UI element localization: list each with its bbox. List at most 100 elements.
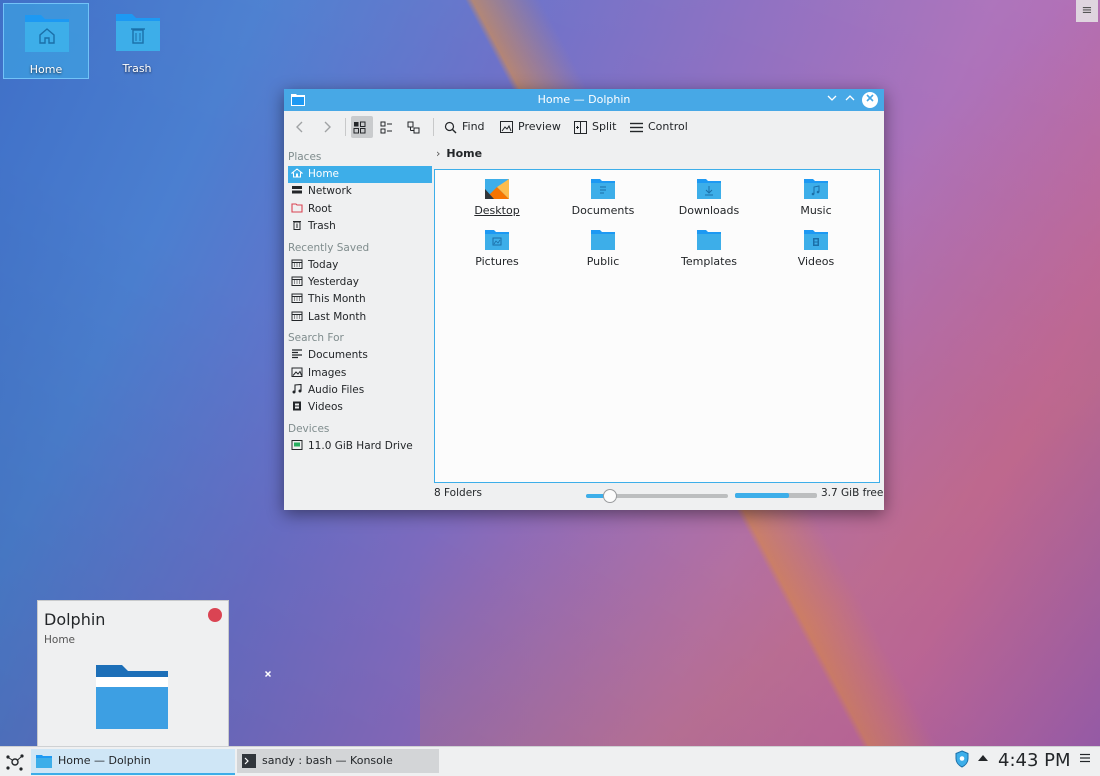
places-item-label: Today bbox=[308, 258, 339, 271]
calendar-icon bbox=[291, 311, 303, 321]
file-item-pictures[interactable]: Pictures bbox=[447, 229, 547, 268]
film-icon bbox=[293, 401, 301, 411]
preview-close-button[interactable] bbox=[208, 608, 272, 678]
places-item-root[interactable]: Root bbox=[288, 201, 432, 218]
network-icon bbox=[292, 186, 302, 194]
folder-icon bbox=[36, 755, 52, 768]
desktop-toolbox-button[interactable]: ≡ bbox=[1076, 0, 1098, 22]
places-item-this-month[interactable]: This Month bbox=[288, 291, 432, 308]
compact-view-button[interactable] bbox=[378, 116, 400, 138]
find-button[interactable]: Find bbox=[444, 116, 485, 138]
task-dolphin[interactable]: Home — Dolphin bbox=[31, 749, 235, 775]
file-item-desktop[interactable]: Desktop bbox=[447, 178, 547, 217]
terminal-icon bbox=[242, 754, 256, 768]
places-item-yesterday[interactable]: Yesterday bbox=[288, 274, 432, 291]
task-konsole[interactable]: sandy : bash — Konsole bbox=[237, 749, 439, 773]
kde-launcher-icon bbox=[6, 754, 24, 771]
find-label: Find bbox=[462, 120, 485, 133]
icons-view-button[interactable] bbox=[351, 116, 373, 138]
pictures-folder-icon bbox=[485, 230, 509, 250]
icons-view-icon bbox=[353, 121, 366, 133]
preview-button[interactable]: Preview bbox=[500, 116, 561, 138]
file-item-label: Videos bbox=[797, 255, 835, 268]
file-item-label: Desktop bbox=[474, 204, 520, 217]
task-preview-popup[interactable]: Dolphin Home bbox=[37, 600, 272, 748]
places-item-audio-files[interactable]: Audio Files bbox=[288, 382, 432, 399]
downloads-folder-icon bbox=[697, 179, 721, 199]
chevron-right-icon: › bbox=[436, 147, 441, 160]
task-label: Home — Dolphin bbox=[58, 754, 151, 767]
tray-expand-button[interactable] bbox=[977, 750, 989, 772]
desktop-folder-icon bbox=[485, 179, 509, 199]
window-titlebar[interactable]: Home — Dolphin bbox=[284, 89, 884, 111]
places-section-title: Recently Saved bbox=[288, 241, 370, 254]
documents-folder-icon bbox=[591, 179, 615, 199]
split-label: Split bbox=[592, 120, 617, 133]
public-folder-icon bbox=[591, 230, 615, 250]
places-item-label: Videos bbox=[308, 401, 343, 414]
preview-label: Preview bbox=[518, 120, 561, 133]
hamburger-menu-icon bbox=[1080, 753, 1090, 763]
places-item-label: 11.0 GiB Hard Drive bbox=[308, 439, 413, 452]
close-button[interactable] bbox=[862, 92, 878, 108]
free-space-fill bbox=[735, 493, 790, 498]
calendar-icon bbox=[291, 276, 303, 286]
task-label: sandy : bash — Konsole bbox=[262, 754, 393, 767]
places-item-today[interactable]: Today bbox=[288, 257, 432, 274]
places-item-documents[interactable]: Documents bbox=[288, 347, 432, 364]
places-item-label: Audio Files bbox=[308, 383, 365, 396]
tray-update-icon[interactable] bbox=[954, 750, 970, 772]
places-item-hard-drive[interactable]: 11.0 GiB Hard Drive bbox=[288, 438, 432, 455]
application-launcher[interactable] bbox=[4, 751, 26, 773]
toolbar-separator bbox=[345, 118, 346, 136]
file-item-videos[interactable]: Videos bbox=[766, 229, 866, 268]
maximize-button[interactable] bbox=[842, 92, 858, 108]
file-item-public[interactable]: Public bbox=[553, 229, 653, 268]
search-icon bbox=[444, 121, 457, 133]
file-item-downloads[interactable]: Downloads bbox=[659, 178, 759, 217]
hard-drive-icon bbox=[291, 439, 303, 450]
panel-options-button[interactable] bbox=[1079, 750, 1091, 772]
places-section-title: Places bbox=[288, 151, 322, 163]
hamburger-menu-icon bbox=[630, 122, 643, 132]
back-button[interactable] bbox=[291, 116, 313, 138]
places-item-videos[interactable]: Videos bbox=[288, 399, 432, 416]
close-icon bbox=[866, 94, 874, 102]
places-item-network[interactable]: Network bbox=[288, 183, 432, 200]
zoom-slider-handle[interactable] bbox=[602, 489, 617, 503]
calendar-icon bbox=[291, 293, 303, 304]
control-menu-button[interactable]: Control bbox=[630, 116, 688, 138]
breadcrumb[interactable]: › Home bbox=[436, 147, 482, 160]
places-item-label: Root bbox=[308, 202, 332, 215]
places-item-label: Images bbox=[308, 366, 347, 379]
desktop-icon-trash[interactable]: Trash bbox=[95, 3, 179, 77]
places-item-home[interactable]: Home bbox=[288, 166, 432, 184]
minimize-button[interactable] bbox=[824, 92, 840, 108]
places-item-label: This Month bbox=[308, 293, 366, 306]
places-item-label: Last Month bbox=[308, 310, 367, 323]
dolphin-window: Home — Dolphin Find Preview Split Contro… bbox=[284, 89, 884, 510]
folder-thumbnail-icon bbox=[96, 665, 168, 729]
shield-icon bbox=[955, 750, 969, 768]
preview-title: Dolphin bbox=[44, 610, 106, 629]
places-item-label: Trash bbox=[308, 220, 336, 233]
triangle-up-icon bbox=[978, 755, 988, 761]
details-view-icon bbox=[407, 121, 420, 133]
desktop-icon-home[interactable]: Home bbox=[3, 3, 89, 79]
clock[interactable]: 4:43 PM bbox=[998, 749, 1071, 773]
taskbar: Home — Dolphin sandy : bash — Konsole 4:… bbox=[0, 746, 1100, 776]
details-view-button[interactable] bbox=[405, 116, 427, 138]
file-item-templates[interactable]: Templates bbox=[659, 229, 759, 268]
file-item-music[interactable]: Music bbox=[766, 178, 866, 217]
places-item-last-month[interactable]: Last Month bbox=[288, 309, 432, 326]
file-view[interactable]: Desktop Documents Downloads Music Pictur… bbox=[434, 169, 880, 483]
zoom-slider[interactable] bbox=[586, 489, 728, 503]
file-item-documents[interactable]: Documents bbox=[553, 178, 653, 217]
calendar-icon bbox=[291, 259, 303, 269]
places-item-trash[interactable]: Trash bbox=[288, 218, 432, 235]
forward-button[interactable] bbox=[318, 116, 340, 138]
breadcrumb-home[interactable]: Home bbox=[446, 147, 482, 160]
split-button[interactable]: Split bbox=[574, 116, 616, 138]
places-item-label: Network bbox=[308, 185, 352, 198]
places-item-images[interactable]: Images bbox=[288, 365, 432, 382]
